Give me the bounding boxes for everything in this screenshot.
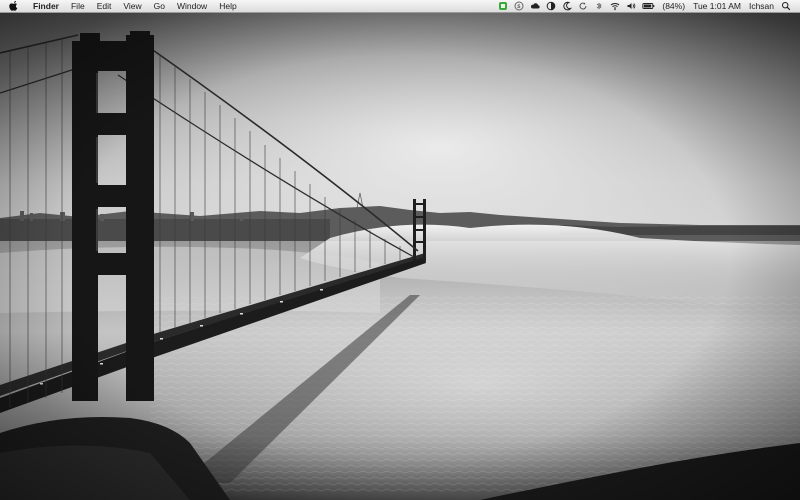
menu-file[interactable]: File	[65, 0, 91, 12]
status-area: (84%) Tue 1:01 AM Ichsan	[495, 0, 800, 12]
battery-percent: (84%)	[662, 1, 686, 11]
menu-bar: Finder File Edit View Go Window Help (84…	[0, 0, 800, 13]
moon-icon[interactable]	[562, 1, 573, 11]
wifi-icon[interactable]	[610, 1, 620, 11]
menu-help[interactable]: Help	[213, 0, 242, 12]
user-name[interactable]: Ichsan	[749, 0, 774, 12]
spotlight-icon[interactable]	[781, 1, 791, 11]
menu-edit[interactable]: Edit	[91, 0, 118, 12]
menu-finder[interactable]: Finder	[27, 0, 65, 12]
sync-icon[interactable]	[578, 1, 588, 11]
menu-window[interactable]: Window	[171, 0, 213, 12]
half-circle-icon[interactable]	[546, 1, 556, 11]
skype-icon[interactable]	[514, 1, 524, 11]
evernote-icon[interactable]	[498, 1, 508, 11]
battery-icon[interactable]	[642, 1, 655, 11]
clock[interactable]: Tue 1:01 AM	[693, 0, 741, 12]
cloud-icon[interactable]	[530, 1, 540, 11]
volume-icon[interactable]	[626, 1, 636, 11]
desktop-wallpaper[interactable]	[0, 13, 800, 500]
bluetooth-icon[interactable]	[594, 1, 604, 11]
menu-go[interactable]: Go	[148, 0, 171, 12]
apple-icon[interactable]	[9, 0, 19, 11]
golden-gate-bridge-image	[0, 13, 800, 500]
menu-view[interactable]: View	[117, 0, 147, 12]
